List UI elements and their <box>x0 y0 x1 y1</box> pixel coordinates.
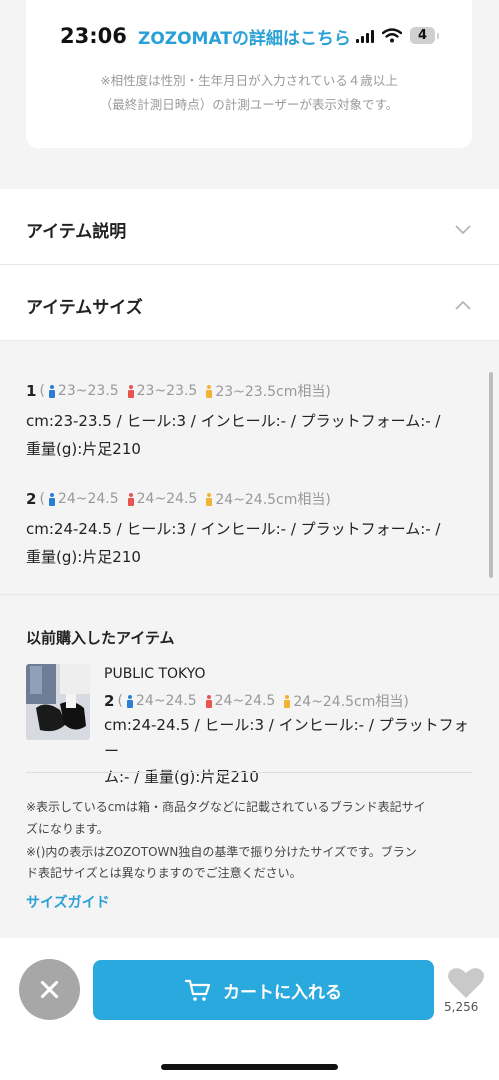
divider <box>0 340 499 341</box>
footnote-line2: ズになります。 <box>26 822 109 836</box>
size-entry-1: 1 ( 23~23.5 23~23.5 23~23.5cm相当) cm:23-2… <box>26 381 476 463</box>
prev-desc-line1: cm:24-24.5 / ヒール:3 / インヒール:- / プラットフォー <box>104 716 469 760</box>
footnote-line3: ※()内の表示はZOZOTOWN独自の基準で振り分けたサイズです。ブラン <box>26 845 417 859</box>
male-icon <box>126 694 133 708</box>
paren-open: ( <box>39 491 45 507</box>
paren-open: ( <box>117 693 123 709</box>
size-header: 1 ( 23~23.5 23~23.5 23~23.5cm相当) <box>26 381 476 401</box>
male-icon <box>48 492 55 506</box>
size-entry-2: 2 ( 24~24.5 24~24.5 24~24.5cm相当) cm:24-2… <box>26 489 476 571</box>
heart-icon[interactable] <box>446 966 486 1000</box>
add-to-cart-button[interactable]: カートに入れる <box>93 960 434 1020</box>
previous-item-brand: PUBLIC TOKYO <box>104 666 206 682</box>
female-icon <box>127 384 134 398</box>
size-desc-line1: cm:23-23.5 / ヒール:3 / インヒール:- / プラットフォーム:… <box>26 412 441 430</box>
divider <box>26 772 472 773</box>
kids-size: 24~24.5cm相当) <box>215 492 331 508</box>
size-description: cm:23-23.5 / ヒール:3 / インヒール:- / プラットフォーム:… <box>26 407 476 463</box>
size-guide-link[interactable]: サイズガイド <box>26 892 110 912</box>
male-size: 24~24.5 <box>135 693 197 709</box>
size-header: 2 ( 24~24.5 24~24.5 24~24.5cm相当) <box>26 489 476 509</box>
chevron-up-icon <box>455 300 471 310</box>
status-time: 23:06 <box>60 24 127 48</box>
previous-size-header: 2 ( 24~24.5 24~24.5 24~24.5cm相当) <box>104 691 409 711</box>
female-icon <box>205 694 212 708</box>
size-number: 2 <box>26 490 37 508</box>
female-size: 24~24.5 <box>214 693 276 709</box>
size-number: 2 <box>104 692 115 710</box>
kids-icon <box>206 384 213 398</box>
female-size: 24~24.5 <box>136 491 198 507</box>
prev-desc-line2: ム:- / 重量(g):片足210 <box>104 768 259 786</box>
previous-size-description: cm:24-24.5 / ヒール:3 / インヒール:- / プラットフォー ム… <box>104 712 476 790</box>
size-desc-line2: 重量(g):片足210 <box>26 548 141 566</box>
home-indicator[interactable] <box>161 1064 338 1070</box>
status-icons: 4 <box>356 27 440 44</box>
size-desc-line2: 重量(g):片足210 <box>26 440 141 458</box>
zozomat-note-line1: ※相性度は性別・生年月日が入力されている４歳以上 <box>100 73 398 88</box>
item-size-row[interactable]: アイテムサイズ <box>0 265 499 340</box>
zozomat-note-line2: （最終計測日時点）の計測ユーザーが表示対象です。 <box>99 97 399 112</box>
footnote-line4: ド表記サイズとは異なりますのでご注意ください。 <box>26 866 302 880</box>
favorite-count: 5,256 <box>444 1000 479 1014</box>
add-to-cart-label: カートに入れる <box>223 982 342 1003</box>
female-icon <box>127 492 134 506</box>
item-description-row[interactable]: アイテム説明 <box>0 189 499 264</box>
close-button[interactable] <box>19 959 80 1020</box>
kids-size: 23~23.5cm相当) <box>215 384 331 400</box>
chevron-down-icon <box>455 225 471 235</box>
paren-open: ( <box>39 383 45 399</box>
previous-purchase-title: 以前購入したアイテム <box>26 629 175 647</box>
female-size: 23~23.5 <box>136 383 198 399</box>
kids-size: 24~24.5cm相当) <box>293 694 409 710</box>
zozomat-details-link[interactable]: ZOZOMATの詳細はこちら <box>138 24 351 49</box>
male-size: 24~24.5 <box>57 491 119 507</box>
size-description: cm:24-24.5 / ヒール:3 / インヒール:- / プラットフォーム:… <box>26 515 476 571</box>
item-size-title: アイテムサイズ <box>26 298 143 318</box>
cart-icon <box>185 979 211 1001</box>
previous-item-thumbnail[interactable] <box>26 664 90 740</box>
scrollbar[interactable] <box>489 372 493 578</box>
size-number: 1 <box>26 382 37 400</box>
battery-indicator: 4 <box>410 27 440 44</box>
item-description-title: アイテム説明 <box>26 222 127 242</box>
footnote-line1: ※表示しているcmは箱・商品タグなどに記載されているブランド表記サイ <box>26 800 426 814</box>
male-icon <box>48 384 55 398</box>
wifi-icon <box>382 28 402 43</box>
signal-icon <box>356 29 374 43</box>
male-size: 23~23.5 <box>57 383 119 399</box>
size-desc-line1: cm:24-24.5 / ヒール:3 / インヒール:- / プラットフォーム:… <box>26 520 441 538</box>
kids-icon <box>206 492 213 506</box>
kids-icon <box>284 694 291 708</box>
